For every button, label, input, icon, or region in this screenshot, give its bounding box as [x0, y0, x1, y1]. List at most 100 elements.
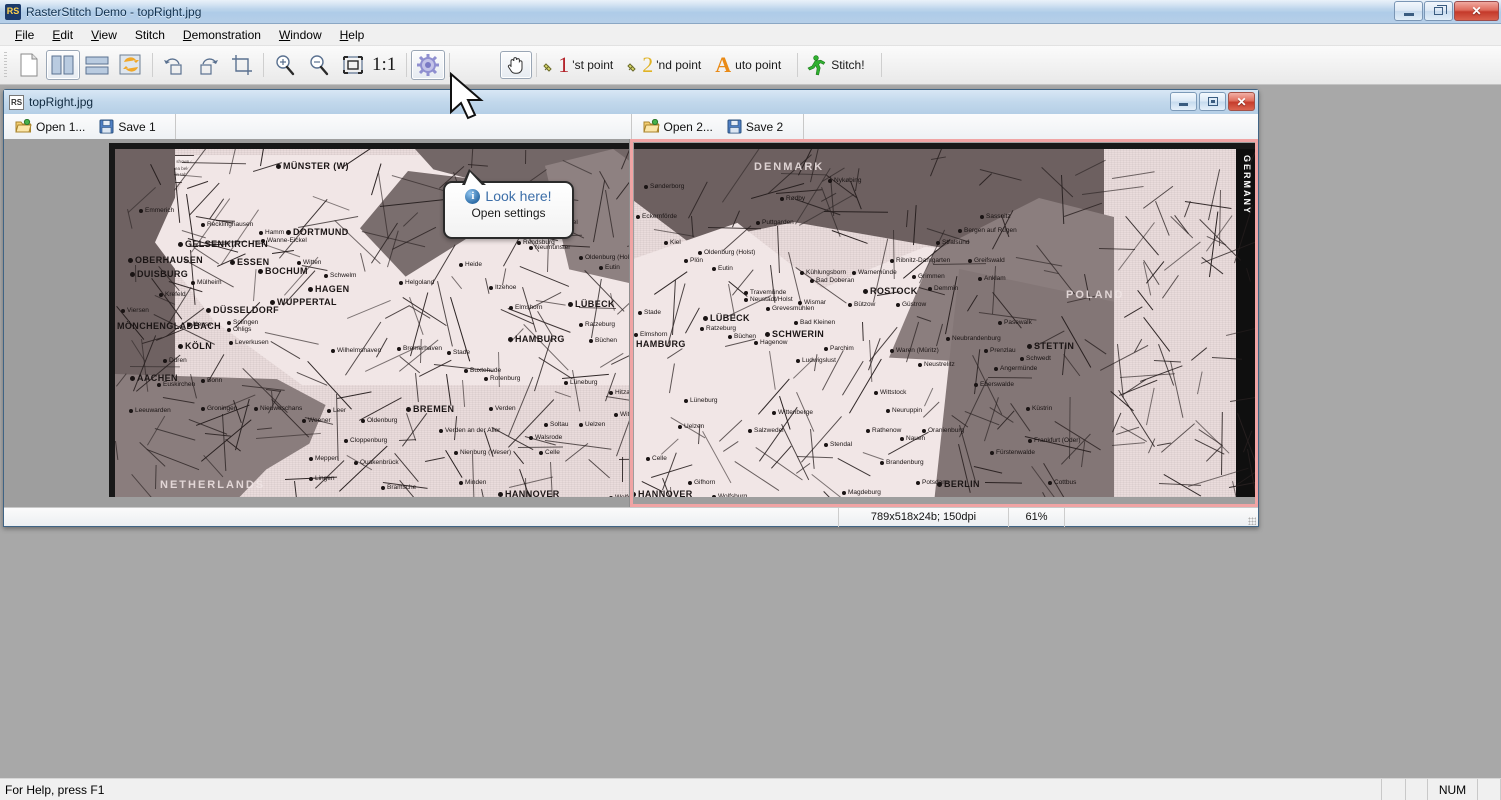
city-dot — [381, 486, 385, 490]
rotate-right-button[interactable] — [191, 50, 225, 80]
city-dot — [1048, 481, 1052, 485]
city-dot — [121, 309, 125, 313]
major-city-label: GELSENKIRCHEN — [185, 239, 269, 249]
document-window-controls: ✕ — [1170, 92, 1255, 111]
city-dot — [636, 215, 640, 219]
city-label: Neustrelitz — [924, 361, 955, 368]
image-info-cell: 789x518x24b; 150dpi — [838, 507, 1008, 527]
first-point-number: 1 — [558, 52, 570, 77]
status-help-text: For Help, press F1 — [5, 782, 105, 797]
pin-1-icon — [543, 63, 552, 72]
city-label: Minden — [465, 479, 487, 486]
major-city-label: AACHEN — [137, 373, 178, 383]
city-label: Wilhelmshaven — [337, 347, 382, 354]
settings-gear-icon — [417, 54, 440, 76]
country-label: POLAND — [1066, 289, 1125, 301]
minimize-icon — [1179, 103, 1188, 106]
pan-tool-button[interactable] — [500, 51, 533, 79]
main-toolbar: 1:1 1 'st point 2 'nd point A uto point … — [0, 46, 1501, 85]
restore-button[interactable] — [1424, 1, 1453, 21]
stitch-button[interactable]: Stitch! — [802, 52, 876, 78]
main-titlebar: RS RasterStitch Demo - topRight.jpg ✕ — [0, 0, 1501, 24]
open-2-button[interactable]: Open 2... — [636, 116, 720, 137]
one-to-one-label[interactable]: 1:1 — [372, 54, 396, 76]
city-dot — [946, 337, 950, 341]
city-label: Plön — [690, 257, 704, 264]
menubar: File Edit View Stitch Demonstration Wind… — [0, 24, 1501, 46]
city-dot — [614, 413, 618, 417]
city-label: Stade — [644, 309, 661, 316]
city-dot — [130, 272, 135, 277]
image-pane-2[interactable]: GERMANY Sønderborg Nykøbing Rødby Puttgarde… — [629, 139, 1258, 507]
city-label: Soltau — [550, 421, 569, 428]
close-icon: ✕ — [1236, 94, 1247, 109]
crop-button[interactable] — [225, 50, 259, 80]
city-label: Grevesmühlen — [772, 305, 815, 312]
city-dot — [984, 349, 988, 353]
map-canvas-2[interactable]: GERMANY Sønderborg Nykøbing Rødby Puttgarde… — [634, 143, 1258, 507]
menu-file[interactable]: File — [6, 25, 43, 45]
city-dot — [609, 496, 613, 497]
zoom-in-button[interactable] — [268, 50, 302, 80]
split-horizontal-button[interactable] — [80, 50, 114, 80]
close-button[interactable]: ✕ — [1454, 1, 1499, 21]
city-dot — [644, 185, 648, 189]
document-minimize-button[interactable] — [1170, 92, 1197, 111]
menu-window[interactable]: Window — [270, 25, 331, 45]
city-dot — [728, 335, 732, 339]
city-dot — [703, 316, 708, 321]
main-statusbar: For Help, press F1 NUM — [0, 778, 1501, 800]
city-dot — [800, 271, 804, 275]
city-dot — [529, 246, 533, 250]
tutorial-callout[interactable]: i Look here! Open settings — [443, 169, 574, 239]
auto-point-button[interactable]: A uto point — [713, 50, 793, 80]
city-dot — [508, 337, 513, 342]
city-dot — [361, 419, 365, 423]
city-label: Verden — [495, 405, 516, 412]
city-dot — [568, 302, 573, 307]
city-label: Hagenow — [760, 339, 788, 346]
city-label: Magdeburg — [848, 489, 881, 496]
toolbar-grip[interactable] — [2, 52, 9, 78]
open-1-button[interactable]: Open 1... — [8, 116, 92, 137]
document-close-button[interactable]: ✕ — [1228, 92, 1255, 111]
city-label: Güstrow — [902, 301, 927, 308]
save-1-button[interactable]: Save 1 — [92, 116, 162, 137]
menu-edit[interactable]: Edit — [43, 25, 82, 45]
city-label: Eckernförde — [642, 213, 678, 220]
new-document-button[interactable] — [12, 50, 46, 80]
city-dot — [922, 429, 926, 433]
rotate-left-button[interactable] — [157, 50, 191, 80]
second-point-button[interactable]: 2 'nd point — [625, 50, 713, 80]
zoom-out-button[interactable] — [302, 50, 336, 80]
city-label: Uelzen — [585, 421, 606, 428]
app-logo-text: RS — [6, 6, 20, 16]
minimize-button[interactable] — [1394, 1, 1423, 21]
split-vertical-button[interactable] — [46, 50, 80, 80]
resize-grip[interactable] — [1244, 508, 1258, 527]
city-dot — [780, 197, 784, 201]
city-label: Krefeld — [165, 291, 186, 298]
fit-to-window-icon — [343, 56, 363, 74]
menu-demonstration[interactable]: Demonstration — [174, 25, 270, 45]
swap-images-button[interactable] — [114, 50, 148, 80]
window-controls: ✕ — [1394, 1, 1499, 21]
save-2-button[interactable]: Save 2 — [720, 116, 790, 137]
city-dot — [191, 281, 195, 285]
city-dot — [766, 307, 770, 311]
menu-view[interactable]: View — [82, 25, 126, 45]
city-label: Oldenburg (Holst) — [704, 249, 756, 256]
city-dot — [157, 383, 161, 387]
fit-to-window-button[interactable] — [336, 50, 370, 80]
menu-stitch[interactable]: Stitch — [126, 25, 174, 45]
city-label: Bützow — [854, 301, 876, 308]
city-dot — [688, 481, 692, 485]
menu-help[interactable]: Help — [331, 25, 374, 45]
settings-button[interactable] — [411, 50, 446, 80]
city-label: Lüneburg — [570, 379, 598, 386]
zoom-in-icon — [276, 55, 295, 76]
first-point-button[interactable]: 1 'st point — [541, 50, 625, 80]
city-dot — [700, 327, 704, 331]
city-dot — [259, 231, 263, 235]
document-maximize-button[interactable] — [1199, 92, 1226, 111]
